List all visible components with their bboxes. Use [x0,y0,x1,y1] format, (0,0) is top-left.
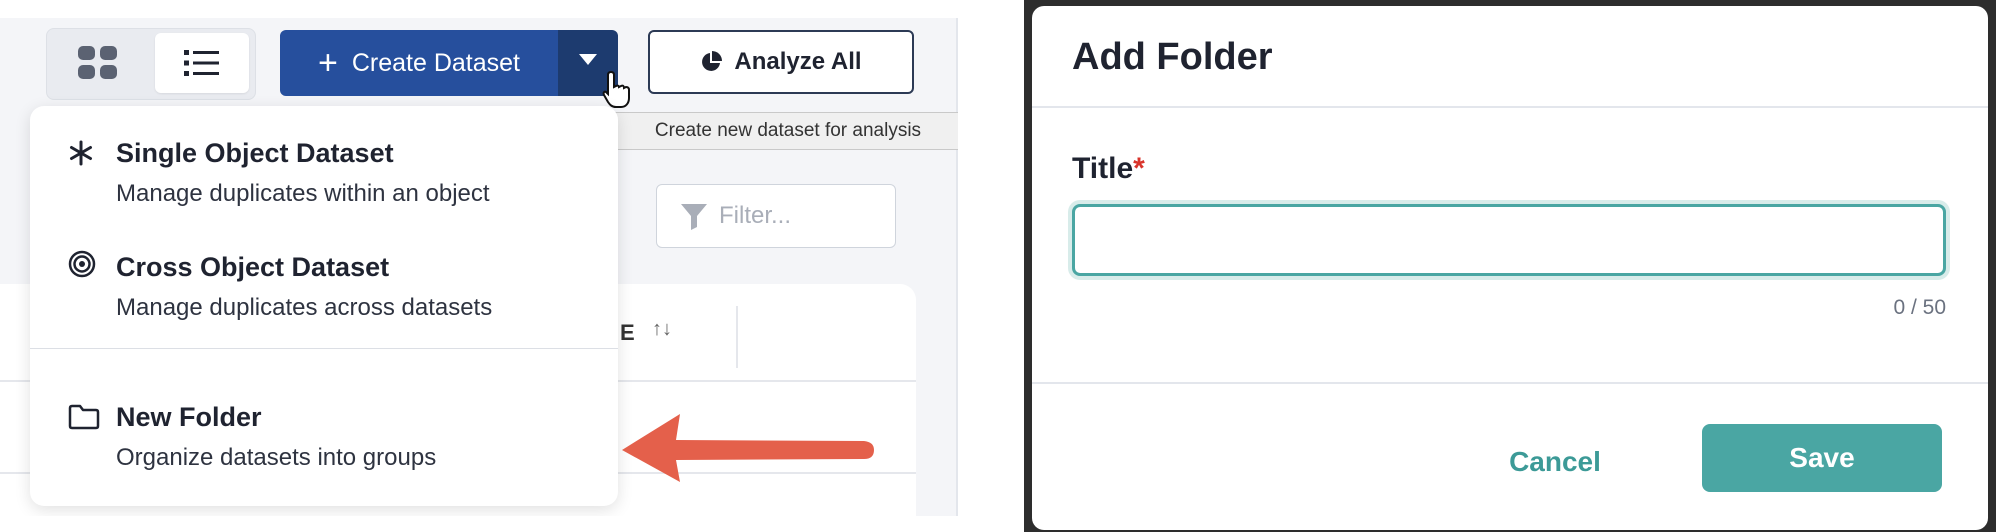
menu-item-new-folder[interactable]: New Folder Organize datasets into groups [30,362,618,492]
create-dataset-button[interactable]: + Create Dataset [280,30,558,96]
create-dataset-label: Create Dataset [351,48,520,77]
title-input[interactable] [1072,204,1946,276]
add-folder-modal: Add Folder Title* 0 / 50 Cancel Save [1032,6,1988,530]
app-panel: + Create Dataset Analyze All Create new … [0,18,958,516]
grid-view-button[interactable] [51,33,145,93]
menu-item-single-object-dataset[interactable]: Single Object Dataset Manage duplicates … [30,106,618,216]
required-indicator: * [1133,152,1145,185]
menu-item-title: Cross Object Dataset [116,252,390,282]
grid-icon [78,46,117,79]
list-icon [184,50,219,76]
column-divider [736,306,738,368]
filter-icon [681,204,707,230]
menu-item-description: Manage duplicates within an object [116,180,490,207]
sort-icon[interactable]: ↑↓ [652,318,672,341]
annotation-arrow-icon [622,414,874,482]
list-view-button[interactable] [155,33,249,93]
target-icon [68,250,96,278]
view-toggle [46,28,256,100]
menu-item-description: Manage duplicates across datasets [116,294,493,321]
modal-header-divider [1032,106,1988,108]
tooltip: Create new dataset for analysis [610,112,958,150]
plus-icon: + [318,44,338,82]
menu-item-title: New Folder [116,402,262,432]
menu-divider [30,348,618,349]
menu-item-title: Single Object Dataset [116,138,394,168]
menu-item-cross-object-dataset[interactable]: Cross Object Dataset Manage duplicates a… [30,218,618,328]
menu-item-description: Organize datasets into groups [116,444,437,471]
caret-down-icon [579,53,597,65]
character-counter: 0 / 50 [1893,296,1946,319]
analyze-all-button[interactable]: Analyze All [648,30,914,94]
title-label-text: Title [1072,152,1134,185]
modal-title: Add Folder [1072,36,1273,78]
save-button[interactable]: Save [1702,424,1942,492]
filter-input[interactable]: Filter... [656,184,896,248]
title-field-label: Title* [1072,152,1145,186]
pointer-hand-icon [602,70,630,108]
modal-footer-divider [1032,382,1988,384]
filter-placeholder: Filter... [719,202,792,229]
create-dataset-menu: Single Object Dataset Manage duplicates … [30,106,618,506]
panel-border [956,18,958,516]
pie-chart-icon [702,51,723,71]
asterisk-icon [70,140,92,166]
folder-icon [68,404,100,430]
cancel-button[interactable]: Cancel [1480,432,1630,492]
analyze-all-label: Analyze All [734,48,862,75]
column-header[interactable]: E [620,320,635,346]
